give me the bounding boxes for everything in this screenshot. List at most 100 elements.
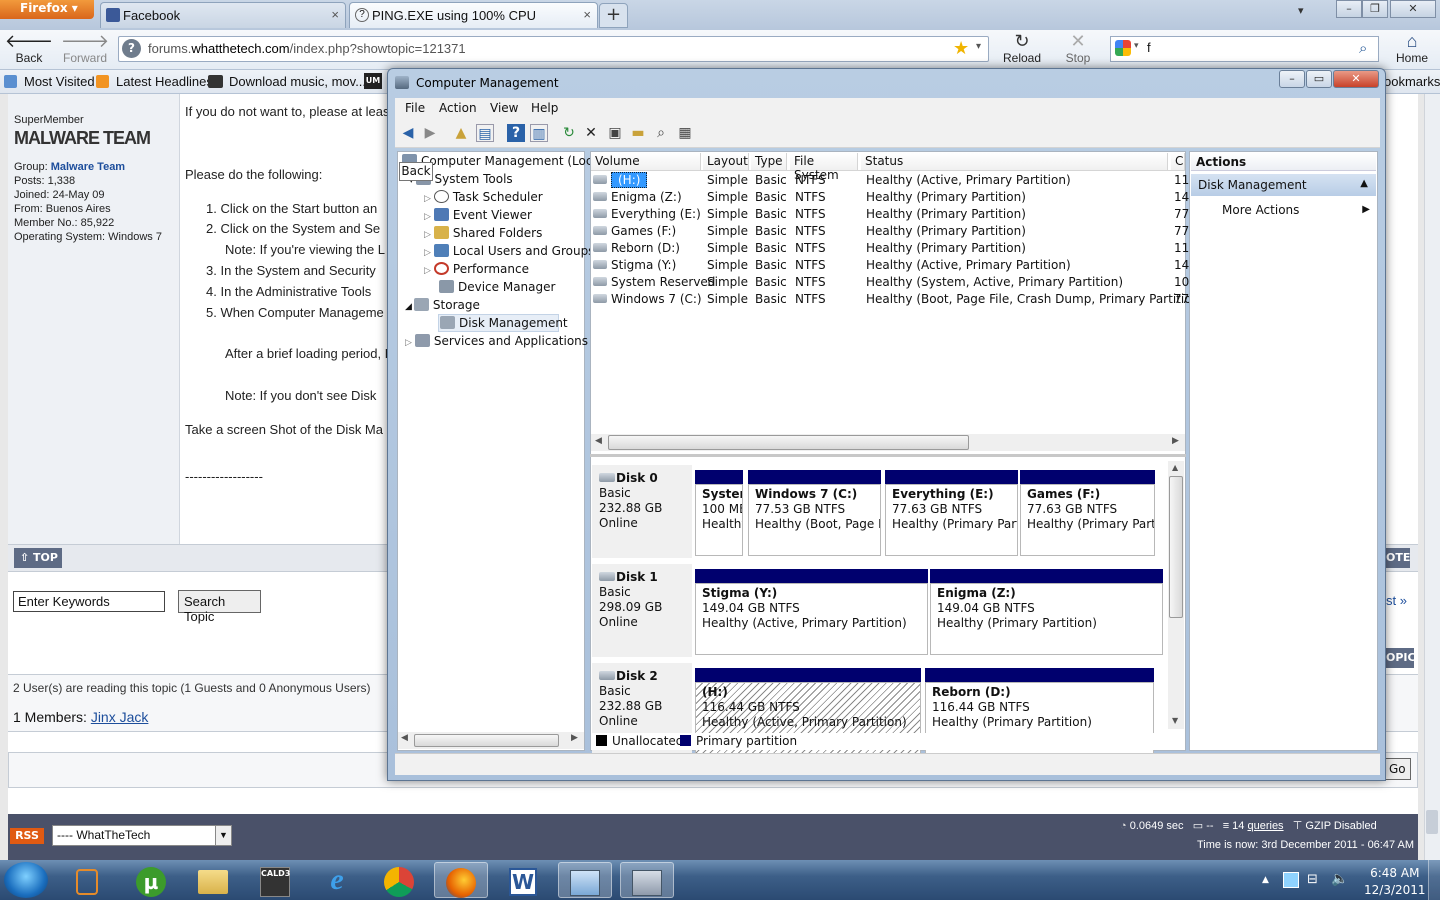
disk-label-0[interactable]: Disk 0 Basic 232.88 GB Online	[592, 465, 692, 558]
bookmarks-menu-button[interactable]: ookmarks	[1384, 74, 1440, 89]
search-magnifier-icon[interactable]: ⌕	[1359, 39, 1367, 57]
menu-file[interactable]: File	[405, 101, 425, 115]
bookmark-latest-headlines[interactable]: Latest Headlines	[96, 74, 213, 89]
site-identity-icon[interactable]: ?	[122, 39, 141, 58]
volume-icon[interactable]: 🔈	[1331, 871, 1348, 887]
partition-block[interactable]: System100 MBHealthy	[695, 484, 743, 556]
disk-label-1[interactable]: Disk 1 Basic 298.09 GB Online	[592, 564, 692, 657]
column-layout[interactable]: Layout	[703, 153, 749, 170]
forum-jump-select[interactable]: ---- WhatTheTech ▼	[52, 825, 232, 846]
more-actions-item[interactable]: More Actions ▶	[1222, 203, 1372, 217]
column-status[interactable]: Status	[861, 153, 1168, 170]
back-button[interactable]: 🡐 Back	[3, 30, 55, 68]
scroll-left-icon[interactable]: ◀	[595, 436, 602, 446]
partition-block[interactable]: Enigma (Z:) 149.04 GB NTFS Healthy (Primar…	[930, 583, 1163, 655]
tree-local-users[interactable]: ▷ Local Users and Groups	[424, 244, 594, 258]
search-input[interactable]: f	[1147, 40, 1151, 55]
taskbar-explorer[interactable]	[186, 862, 240, 898]
bookmark-star-icon[interactable]: ★	[953, 38, 969, 59]
menu-help[interactable]: Help	[531, 101, 558, 115]
maximize-button[interactable]: ❐	[1362, 0, 1388, 18]
menu-action[interactable]: Action	[439, 101, 477, 115]
settings-icon[interactable]: ▦	[676, 124, 694, 142]
bookmark-download-music[interactable]: Download music, mov...	[208, 74, 366, 89]
pane-splitter[interactable]	[590, 454, 1186, 457]
search-topic-button[interactable]: Search Topic	[178, 590, 261, 624]
partition-block[interactable]: Stigma (Y:) 149.04 GB NTFS Healthy (Active…	[695, 583, 928, 655]
cm-minimize-button[interactable]: –	[1279, 70, 1305, 88]
column-type[interactable]: Type	[751, 153, 787, 170]
scroll-right-icon[interactable]: ▶	[1172, 436, 1179, 446]
keyword-search-input[interactable]: Enter Keywords	[13, 591, 165, 612]
open-folder-icon[interactable]: ▬	[629, 124, 647, 142]
stop-button[interactable]: ✕ Stop	[1052, 30, 1104, 68]
tree-services[interactable]: ▷ Services and Applications	[405, 334, 588, 348]
start-button[interactable]	[4, 862, 48, 898]
reload-button[interactable]: ↻ Reload	[996, 30, 1048, 68]
tree-performance[interactable]: ▷ Performance	[424, 262, 529, 276]
new-tab-button[interactable]: +	[599, 3, 628, 28]
search-icon[interactable]: ⌕	[652, 124, 670, 142]
show-hide-tree-icon[interactable]: ▤	[476, 124, 494, 142]
properties-icon[interactable]: ▣	[606, 124, 624, 142]
close-tab-icon[interactable]: ×	[331, 7, 339, 22]
show-hide-action-pane-icon[interactable]: ▥	[530, 124, 548, 142]
show-desktop-button[interactable]	[1428, 860, 1440, 900]
taskbar-word[interactable]: W	[496, 862, 550, 898]
scroll-up-icon[interactable]: ▲	[1172, 463, 1178, 472]
tab-ping-exe[interactable]: ? PING.EXE using 100% CPU ×	[349, 2, 598, 28]
tree-hscroll-thumb[interactable]	[414, 734, 559, 747]
partition-block[interactable]: Windows 7 (C:) 77.53 GB NTFS Healthy (Boot…	[748, 484, 881, 556]
refresh-icon[interactable]: ↻	[560, 124, 578, 142]
top-button[interactable]: ⇧ TOP	[14, 548, 62, 568]
delete-icon[interactable]: ✕	[582, 124, 600, 142]
close-tab-icon[interactable]: ×	[583, 7, 591, 22]
taskbar-firefox[interactable]	[434, 862, 488, 898]
bookmark-most-visited[interactable]: Most Visited	[4, 74, 95, 89]
tree-disk-management[interactable]: Disk Management	[438, 314, 568, 332]
tree-storage[interactable]: ◢ Storage	[405, 298, 480, 312]
volume-hscroll-thumb[interactable]	[608, 435, 969, 450]
cm-maximize-button[interactable]: ▭	[1306, 70, 1332, 88]
back-arrow-icon[interactable]: ◀	[399, 124, 417, 142]
tab-facebook[interactable]: Facebook ×	[100, 2, 346, 28]
menu-view[interactable]: View	[490, 101, 518, 115]
home-button[interactable]: ⌂ Home	[1386, 30, 1438, 68]
close-window-button[interactable]: ✕	[1390, 0, 1436, 18]
forward-arrow-icon[interactable]: ▶	[421, 124, 439, 142]
scroll-left-icon[interactable]: ◀	[401, 733, 408, 743]
page-scrollbar[interactable]	[1424, 94, 1440, 860]
minimize-button[interactable]: –	[1336, 0, 1362, 18]
taskbar-media-player[interactable]	[60, 862, 114, 898]
tray-app-icon[interactable]	[1283, 872, 1299, 888]
taskbar-computer-management[interactable]	[620, 862, 674, 898]
up-folder-icon[interactable]: ▲	[452, 124, 470, 142]
tree-task-scheduler[interactable]: ▷ Task Scheduler	[424, 190, 543, 204]
network-icon[interactable]: ⊟	[1307, 872, 1318, 887]
firefox-menu-button[interactable]: Firefox ▾	[0, 0, 94, 19]
taskbar-internet-explorer[interactable]: e	[310, 862, 364, 898]
next-topic-link[interactable]: st »	[1386, 593, 1407, 608]
tree-shared-folders[interactable]: ▷ Shared Folders	[424, 226, 542, 240]
rss-button[interactable]: RSS	[10, 828, 44, 844]
quote-button[interactable]: OTE	[1384, 548, 1410, 568]
search-engine-dropdown-icon[interactable]: ▾	[1134, 41, 1139, 51]
column-file-system[interactable]: File System	[790, 153, 858, 182]
graph-vscroll-thumb[interactable]	[1169, 476, 1183, 618]
actions-section-disk-management[interactable]: Disk Management ▲	[1191, 174, 1376, 196]
member-group-link[interactable]: Malware Team	[51, 161, 125, 173]
queries-link[interactable]: queries	[1247, 820, 1283, 832]
cm-close-button[interactable]: ✕	[1333, 70, 1379, 88]
tree-device-manager[interactable]: Device Manager	[439, 280, 555, 294]
taskbar-control-panel[interactable]	[558, 862, 612, 898]
taskbar-utorrent[interactable]: µ	[124, 862, 178, 898]
help-icon[interactable]: ?	[507, 124, 525, 142]
member-link-jinx-jack[interactable]: Jinx Jack	[91, 709, 149, 725]
topic-button[interactable]: OPIC	[1384, 648, 1416, 668]
partition-block[interactable]: Games (F:) 77.63 GB NTFS Healthy (Primary …	[1020, 484, 1155, 556]
clock[interactable]: 6:48 AM 12/3/2011	[1364, 866, 1426, 897]
list-tabs-icon[interactable]: ▾	[1298, 4, 1304, 17]
url-dropdown-icon[interactable]: ▾	[976, 41, 981, 52]
forward-button[interactable]: 🡒 Forward	[59, 30, 111, 68]
column-capacity[interactable]: C	[1171, 153, 1185, 170]
